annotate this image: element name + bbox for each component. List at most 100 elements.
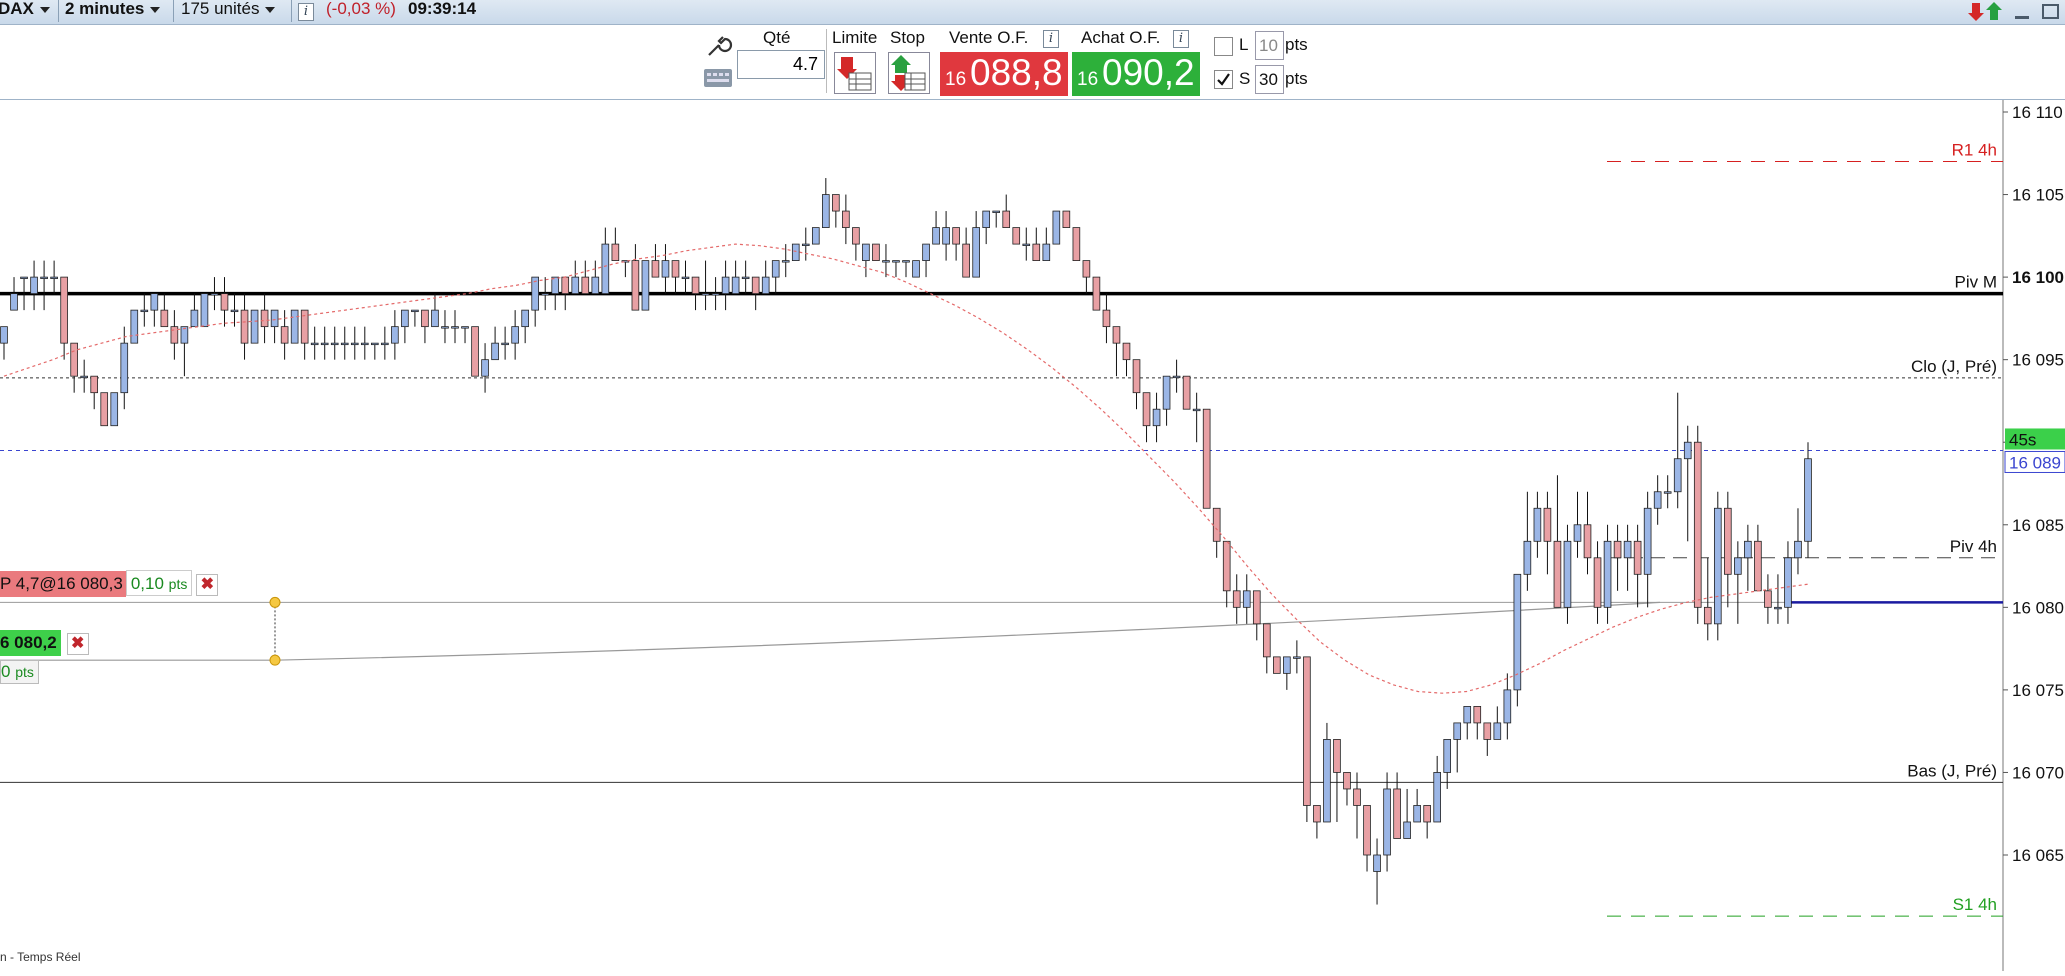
keyboard-button[interactable] xyxy=(703,65,733,91)
candle-body xyxy=(441,326,449,329)
candle-body xyxy=(150,293,159,311)
candle-body xyxy=(511,326,519,344)
y-tick-label: 16 110 xyxy=(2012,103,2063,122)
candle-body xyxy=(330,342,339,346)
units-selector[interactable]: 175 unités xyxy=(181,0,276,24)
candle-body xyxy=(611,243,620,261)
minimize-button[interactable] xyxy=(2012,2,2034,26)
buy-button[interactable]: 16 090,2 xyxy=(1072,52,1200,96)
candle-body xyxy=(741,276,750,280)
candle-body xyxy=(340,342,349,346)
limit-points-input[interactable]: 10 xyxy=(1255,31,1284,60)
y-tick-label: 16 085 xyxy=(2012,516,2064,535)
candle-body xyxy=(1543,507,1552,542)
candle-body xyxy=(1623,540,1632,559)
chart-canvas[interactable]: 16 11016 10516 10016 09516 09016 08516 0… xyxy=(0,100,2065,971)
stop-points-tag-unit: pts xyxy=(15,664,34,680)
candle-body xyxy=(391,326,399,344)
stop-points-unit: pts xyxy=(1285,69,1308,88)
position-order-tag[interactable]: P 4,7@16 080,3 0,10 pts ✖ xyxy=(0,570,219,597)
candle-body xyxy=(581,276,590,295)
candle-body xyxy=(1643,507,1652,575)
buy-info-icon[interactable]: i xyxy=(1173,30,1189,48)
candle xyxy=(471,326,479,377)
timeframe-selector[interactable]: 2 minutes xyxy=(65,0,161,24)
candle-body xyxy=(1483,722,1492,740)
limit-checkbox-label: L xyxy=(1239,35,1249,54)
level-label: Clo (J, Pré) xyxy=(1911,357,1997,376)
candle-body xyxy=(1333,739,1341,773)
limit-order-button[interactable] xyxy=(834,52,876,94)
candle-body xyxy=(1313,805,1321,823)
candle-body xyxy=(90,375,99,394)
candle-body xyxy=(1804,458,1812,542)
stop-label-tag: 6 080,2 xyxy=(0,630,61,656)
level-label: Piv M xyxy=(1955,273,1998,292)
candle-body xyxy=(50,276,58,280)
candle-body xyxy=(481,359,489,377)
candle xyxy=(1092,276,1101,311)
candle xyxy=(1072,227,1081,261)
stop-points-input[interactable]: 30 xyxy=(1255,65,1284,94)
candle-body xyxy=(1523,540,1532,575)
candle-body xyxy=(1583,524,1592,559)
y-tick-label: 16 070 xyxy=(2012,763,2064,782)
candle-body xyxy=(1162,375,1171,410)
candle-body xyxy=(1012,227,1021,245)
close-position-icon[interactable]: ✖ xyxy=(196,574,219,596)
buy-price: 090,2 xyxy=(1102,52,1195,93)
cancel-stop-icon[interactable]: ✖ xyxy=(66,633,89,655)
candle-body xyxy=(1683,441,1692,460)
info-button[interactable]: i xyxy=(298,1,314,25)
candle-body xyxy=(140,309,149,313)
candle-body xyxy=(1262,623,1271,658)
candle-body xyxy=(250,309,259,344)
candle-body xyxy=(40,276,48,280)
candle-body xyxy=(60,276,68,344)
candle-body xyxy=(731,276,740,295)
candle-body xyxy=(932,227,940,245)
candle-body xyxy=(1283,656,1291,674)
candle-body xyxy=(1323,739,1331,823)
candle-body xyxy=(1663,491,1672,494)
candle-body xyxy=(1202,408,1211,509)
candle-body xyxy=(531,276,539,311)
candle-body xyxy=(1413,805,1421,823)
candle-body xyxy=(952,227,960,245)
limit-checkbox[interactable] xyxy=(1214,37,1233,56)
refresh-button[interactable] xyxy=(1968,0,2002,24)
candle-body xyxy=(1052,210,1061,245)
price-chart[interactable]: 16 11016 10516 10016 09516 09016 08516 0… xyxy=(0,100,2065,971)
candle-body xyxy=(1633,540,1642,575)
candle-body xyxy=(1032,243,1041,261)
instrument-selector[interactable]: DAX xyxy=(0,0,50,24)
candle xyxy=(1303,656,1311,822)
candle-body xyxy=(671,260,680,278)
level-label: Bas (J, Pré) xyxy=(1907,761,1997,780)
sell-button[interactable]: 16 088,8 xyxy=(940,52,1068,96)
position-label: P 4,7@16 080,3 xyxy=(0,571,126,597)
position-points: 0,10 xyxy=(130,574,164,593)
separator xyxy=(291,0,292,22)
stop-checkbox[interactable] xyxy=(1214,70,1233,89)
maximize-button[interactable] xyxy=(2040,2,2062,26)
y-tick-label: 16 080 xyxy=(2012,598,2064,617)
candle-body xyxy=(872,243,880,261)
candle-body xyxy=(631,260,640,311)
settings-button[interactable] xyxy=(703,33,733,59)
candle-body xyxy=(1593,557,1602,608)
candle-body xyxy=(240,309,249,344)
quantity-input[interactable]: 4.7 xyxy=(737,50,825,79)
candle-body xyxy=(1373,854,1381,872)
candle-body xyxy=(100,392,109,427)
sell-info-icon[interactable]: i xyxy=(1043,30,1059,48)
candle-body xyxy=(80,375,88,379)
stop-checkbox-label: S xyxy=(1239,69,1251,88)
stop-order-button[interactable] xyxy=(888,52,930,94)
stop-order-tag[interactable]: 6 080,2 ✖ xyxy=(0,630,89,656)
separator xyxy=(173,0,174,22)
candle xyxy=(791,243,800,261)
candle-body xyxy=(120,342,129,394)
candle xyxy=(641,260,650,311)
candle xyxy=(1052,210,1061,245)
